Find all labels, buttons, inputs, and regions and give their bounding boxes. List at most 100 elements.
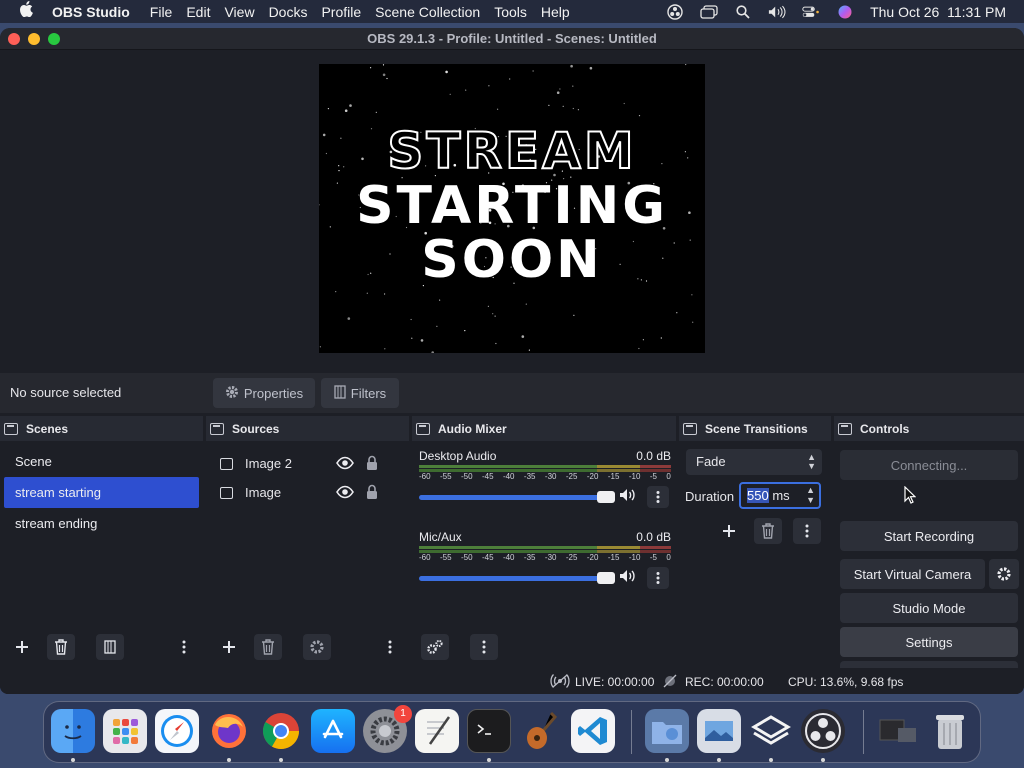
- source-item-image-2[interactable]: Image 2: [206, 449, 409, 478]
- trash-icon: [262, 639, 274, 655]
- menu-docks[interactable]: Docks: [269, 4, 320, 20]
- menu-file[interactable]: File: [150, 4, 185, 20]
- menu-tools[interactable]: Tools: [494, 4, 539, 20]
- speaker-icon[interactable]: [619, 488, 637, 505]
- menu-clock[interactable]: Thu Oct 26 11:31 PM: [870, 4, 1006, 20]
- virtual-camera-settings-button[interactable]: [989, 559, 1019, 589]
- garageband-icon[interactable]: [519, 709, 563, 753]
- volume-slider[interactable]: [419, 576, 615, 581]
- transition-select[interactable]: Fade ▲ ▼: [686, 449, 822, 475]
- chrome-icon[interactable]: [259, 709, 303, 753]
- add-source-button[interactable]: [215, 634, 243, 660]
- speaker-icon[interactable]: [619, 569, 637, 586]
- remove-scene-button[interactable]: [47, 634, 75, 660]
- running-indicator: [71, 758, 75, 762]
- control-center-icon[interactable]: [802, 5, 820, 19]
- scene-item-stream-ending[interactable]: stream ending: [0, 508, 203, 539]
- obs-icon[interactable]: [801, 709, 845, 753]
- image-source-icon: [220, 486, 233, 499]
- eye-icon[interactable]: [336, 485, 354, 502]
- launchpad-icon[interactable]: [103, 709, 147, 753]
- window-switcher-icon[interactable]: [700, 4, 718, 19]
- start-recording-button[interactable]: Start Recording: [840, 521, 1018, 551]
- studio-mode-button[interactable]: Studio Mode: [840, 593, 1018, 623]
- remove-transition-button[interactable]: [754, 518, 782, 544]
- mixer-more-button[interactable]: [470, 634, 498, 660]
- duration-input[interactable]: 550 ms ▲ ▼: [739, 482, 821, 509]
- gear-icon: [997, 567, 1011, 581]
- zoom-window-button[interactable]: [48, 33, 60, 45]
- controls-dock-header[interactable]: Controls: [834, 416, 1024, 441]
- duration-spinner[interactable]: ▲ ▼: [806, 485, 815, 505]
- utilities-folder-icon[interactable]: [645, 709, 689, 753]
- safari-icon[interactable]: [155, 709, 199, 753]
- audio-mixer-dock-header[interactable]: Audio Mixer: [412, 416, 676, 441]
- close-window-button[interactable]: [8, 33, 20, 45]
- plus-icon: [723, 525, 735, 537]
- source-item-image[interactable]: Image: [206, 478, 409, 507]
- menu-profile[interactable]: Profile: [321, 4, 373, 20]
- menu-help[interactable]: Help: [541, 4, 582, 20]
- filters-button[interactable]: Filters: [321, 378, 399, 408]
- transition-more-button[interactable]: [793, 518, 821, 544]
- scene-transitions-dock-header[interactable]: Scene Transitions: [679, 416, 831, 441]
- channel-more-button[interactable]: [647, 486, 669, 508]
- trash-icon[interactable]: [928, 709, 972, 753]
- textedit-icon[interactable]: [415, 709, 459, 753]
- properties-button[interactable]: Properties: [213, 378, 315, 408]
- sources-dock-header[interactable]: Sources: [206, 416, 409, 441]
- sources-list: Image 2 Image: [206, 441, 409, 666]
- menu-edit[interactable]: Edit: [186, 4, 222, 20]
- lock-icon[interactable]: [366, 484, 378, 503]
- menu-view[interactable]: View: [224, 4, 266, 20]
- preview-icon[interactable]: [697, 709, 741, 753]
- scenes-more-button[interactable]: [170, 634, 198, 660]
- dock-window-icon: [838, 422, 852, 435]
- search-icon[interactable]: [734, 4, 752, 19]
- remove-source-button[interactable]: [254, 634, 282, 660]
- volume-icon[interactable]: [768, 5, 786, 19]
- scene-item-scene[interactable]: Scene: [0, 446, 203, 477]
- finder-icon[interactable]: [51, 709, 95, 753]
- meter-tick: -55: [439, 472, 452, 481]
- more-vertical-icon: [182, 640, 186, 654]
- start-virtual-camera-button[interactable]: Start Virtual Camera: [840, 559, 985, 589]
- obs-status-icon[interactable]: [666, 3, 684, 20]
- window-title: OBS 29.1.3 - Profile: Untitled - Scenes:…: [367, 31, 657, 46]
- app-store-icon[interactable]: [311, 709, 355, 753]
- minimize-window-button[interactable]: [28, 33, 40, 45]
- dock-window-icon: [4, 422, 18, 435]
- add-transition-button[interactable]: [715, 518, 743, 544]
- advanced-audio-button[interactable]: [421, 634, 449, 660]
- menu-app-name[interactable]: OBS Studio: [52, 4, 148, 20]
- lock-icon[interactable]: [366, 455, 378, 474]
- scene-item-stream-starting[interactable]: stream starting: [4, 477, 199, 508]
- volume-slider-handle[interactable]: [597, 572, 615, 584]
- meter-tick: -40: [502, 472, 515, 481]
- start-streaming-button[interactable]: Connecting...: [840, 450, 1018, 480]
- program-preview[interactable]: STREAM STARTING SOON: [319, 64, 705, 353]
- scenes-dock-header[interactable]: Scenes: [0, 416, 203, 441]
- source-properties-button[interactable]: [303, 634, 331, 660]
- apple-icon[interactable]: [0, 1, 52, 22]
- volume-slider-handle[interactable]: [597, 491, 615, 503]
- sources-more-button[interactable]: [376, 634, 404, 660]
- settings-button[interactable]: Settings: [840, 627, 1018, 657]
- channel-more-button[interactable]: [647, 567, 669, 589]
- vscode-icon[interactable]: [571, 709, 615, 753]
- add-scene-button[interactable]: [8, 634, 36, 660]
- virtualbuddy-icon[interactable]: [749, 709, 793, 753]
- volume-slider[interactable]: [419, 495, 615, 500]
- siri-icon[interactable]: [836, 5, 854, 19]
- scene-filters-button[interactable]: [96, 634, 124, 660]
- eye-icon[interactable]: [336, 456, 354, 473]
- terminal-icon[interactable]: [467, 709, 511, 753]
- firefox-icon[interactable]: [207, 709, 251, 753]
- live-time: LIVE: 00:00:00: [575, 675, 655, 689]
- menu-scene-collection[interactable]: Scene Collection: [375, 4, 492, 20]
- properties-label: Properties: [243, 385, 304, 401]
- meter-tick: -40: [502, 553, 515, 562]
- more-vertical-icon: [656, 491, 660, 503]
- screenshot-folder-icon[interactable]: [876, 709, 920, 753]
- meter-tick: -15: [607, 553, 620, 562]
